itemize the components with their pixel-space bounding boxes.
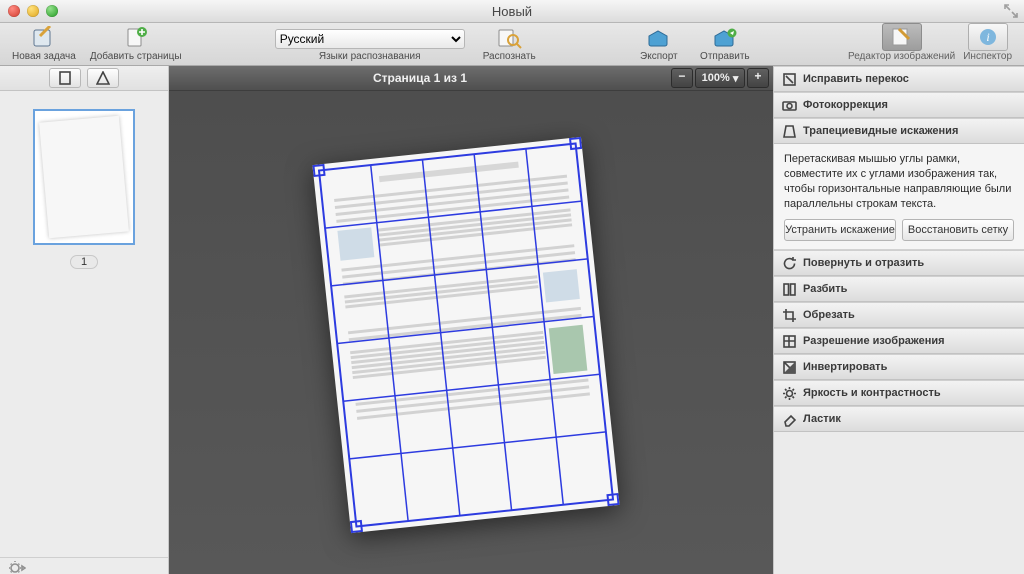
editor-panel: Исправить перекос Фотокоррекция Трапецие… xyxy=(773,66,1024,574)
rotate-icon xyxy=(782,256,797,271)
warnings-view-button[interactable] xyxy=(87,68,119,88)
eraser-icon xyxy=(782,412,797,427)
crop-icon xyxy=(782,308,797,323)
section-eraser[interactable]: Ластик xyxy=(774,406,1024,432)
inspector-label: Инспектор xyxy=(963,51,1012,62)
section-invert-label: Инвертировать xyxy=(803,361,887,373)
reset-grid-button[interactable]: Восстановить сетку xyxy=(902,219,1014,241)
language-select[interactable]: Русский xyxy=(275,29,465,49)
zoom-out-button[interactable]: − xyxy=(671,68,693,88)
section-photofix-label: Фотокоррекция xyxy=(803,99,888,111)
section-keystone-label: Трапециевидные искажения xyxy=(803,125,958,137)
image-editor-label: Редактор изображений xyxy=(848,51,955,62)
fullscreen-icon[interactable] xyxy=(1004,4,1018,18)
new-task-button[interactable]: Новая задача xyxy=(8,26,80,63)
thumbnail-list: 1 xyxy=(0,91,168,557)
camera-icon xyxy=(782,98,797,113)
fix-distortion-button[interactable]: Устранить искажение xyxy=(784,219,896,241)
section-crop-label: Обрезать xyxy=(803,309,855,321)
section-keystone[interactable]: Трапециевидные искажения xyxy=(774,118,1024,144)
content-area: 1 Страница 1 из 1 − 100% ▾ + xyxy=(0,66,1024,574)
deskew-icon xyxy=(782,72,797,87)
section-eraser-label: Ластик xyxy=(803,413,841,425)
recognize-button[interactable]: Распознать xyxy=(479,26,540,63)
keystone-help-text: Перетаскивая мышью углы рамки, совместит… xyxy=(784,152,1014,211)
section-deskew-label: Исправить перекос xyxy=(803,73,909,85)
section-split-label: Разбить xyxy=(803,283,847,295)
send-icon xyxy=(711,26,739,50)
svg-text:i: i xyxy=(986,30,989,44)
canvas-area: Страница 1 из 1 − 100% ▾ + xyxy=(169,66,773,574)
keystone-icon xyxy=(782,124,797,139)
brightness-icon xyxy=(782,386,797,401)
image-editor-icon xyxy=(891,27,913,47)
warning-view-icon xyxy=(96,71,110,85)
zoom-in-button[interactable]: + xyxy=(747,68,769,88)
section-deskew[interactable]: Исправить перекос xyxy=(774,66,1024,92)
keystone-panel-body: Перетаскивая мышью углы рамки, совместит… xyxy=(774,144,1024,250)
titlebar: Новый xyxy=(0,0,1024,23)
invert-icon xyxy=(782,360,797,375)
add-pages-label: Добавить страницы xyxy=(90,51,182,62)
add-pages-button[interactable]: Добавить страницы xyxy=(86,26,186,63)
window-title: Новый xyxy=(0,4,1024,19)
canvas-toolbar: Страница 1 из 1 − 100% ▾ + xyxy=(169,66,773,91)
page-thumbnail[interactable] xyxy=(33,109,135,245)
section-resolution-label: Разрешение изображения xyxy=(803,335,945,347)
resolution-icon xyxy=(782,334,797,349)
new-task-icon xyxy=(30,26,58,50)
section-rotate-label: Повернуть и отразить xyxy=(803,257,924,269)
section-crop[interactable]: Обрезать xyxy=(774,302,1024,328)
send-button[interactable]: Отправить xyxy=(695,26,755,63)
export-button[interactable]: Экспорт xyxy=(629,26,689,63)
section-rotate[interactable]: Повернуть и отразить xyxy=(774,250,1024,276)
thumbnail-sidebar: 1 xyxy=(0,66,169,574)
section-resolution[interactable]: Разрешение изображения xyxy=(774,328,1024,354)
inspector-tab[interactable]: i Инспектор xyxy=(959,23,1016,63)
scanned-page xyxy=(312,136,619,532)
main-toolbar: Новая задача Добавить страницы Русский Я… xyxy=(0,23,1024,66)
export-label: Экспорт xyxy=(640,51,678,62)
section-brightness[interactable]: Яркость и контрастность xyxy=(774,380,1024,406)
language-selector: Русский Языки распознавания xyxy=(275,29,465,62)
section-brightness-label: Яркость и контрастность xyxy=(803,387,941,399)
page-view-icon xyxy=(58,71,72,85)
recognize-label: Распознать xyxy=(483,51,536,62)
thumbnails-view-button[interactable] xyxy=(49,68,81,88)
image-editor-tab[interactable]: Редактор изображений xyxy=(844,23,959,63)
page-number-badge: 1 xyxy=(70,255,98,269)
split-icon xyxy=(782,282,797,297)
page-viewport[interactable] xyxy=(169,91,773,574)
gear-icon[interactable] xyxy=(8,560,26,574)
section-split[interactable]: Разбить xyxy=(774,276,1024,302)
page-indicator: Страница 1 из 1 xyxy=(169,71,671,85)
zoom-value[interactable]: 100% ▾ xyxy=(695,68,745,88)
export-icon xyxy=(645,26,673,50)
inspector-icon: i xyxy=(977,27,999,47)
section-invert[interactable]: Инвертировать xyxy=(774,354,1024,380)
new-task-label: Новая задача xyxy=(12,51,76,62)
add-pages-icon xyxy=(122,26,150,50)
send-label: Отправить xyxy=(700,51,750,62)
section-photofix[interactable]: Фотокоррекция xyxy=(774,92,1024,118)
language-label: Языки распознавания xyxy=(319,51,421,62)
magnifier-icon xyxy=(495,26,523,50)
